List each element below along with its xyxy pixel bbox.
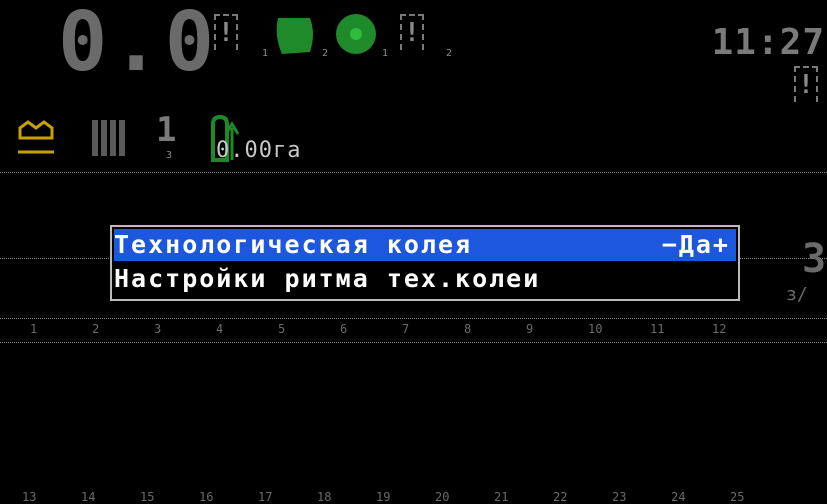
row-number: 25 <box>730 490 745 504</box>
settings-menu: Технологическая колея −Да+ Настройки рит… <box>110 225 740 301</box>
row-number: 18 <box>317 490 332 504</box>
row-number: 6 <box>340 322 348 336</box>
row-number: 12 <box>712 322 727 336</box>
row-number: 19 <box>376 490 391 504</box>
row-number: 1 <box>30 322 38 336</box>
menu-item-rhythm-settings[interactable]: Настройки ритма тех.колеи <box>114 263 736 295</box>
warning-sub-2: 2 <box>446 48 453 59</box>
row-number: 3 <box>154 322 162 336</box>
hopper-yellow-icon <box>18 120 54 154</box>
warning-sub-1: 1 <box>262 48 269 59</box>
clock: 11:27 <box>711 22 825 63</box>
green-sub-1: 2 <box>322 48 329 59</box>
row-number: 11 <box>650 322 665 336</box>
row-number: 9 <box>526 322 534 336</box>
row-number: 4 <box>216 322 224 336</box>
seed-green-icon <box>276 18 313 54</box>
warning-icon-2: ! <box>400 14 424 50</box>
divider <box>0 172 827 173</box>
row-number: 20 <box>435 490 450 504</box>
row-number: 24 <box>671 490 686 504</box>
menu-item-label: Технологическая колея <box>114 230 473 259</box>
menu-item-tramline[interactable]: Технологическая колея −Да+ <box>114 229 736 261</box>
row-number: 21 <box>494 490 509 504</box>
warning-icon-right: ! <box>794 66 818 102</box>
menu-item-label: Настройки ритма тех.колеи <box>114 264 541 293</box>
row-number: 14 <box>81 490 96 504</box>
menu-item-value[interactable]: −Да+ <box>662 229 730 261</box>
right-sub: з/ <box>786 284 808 305</box>
row-number: 23 <box>612 490 627 504</box>
tramline-count: 1 <box>156 110 177 150</box>
row-number: 17 <box>258 490 273 504</box>
row-number: 7 <box>402 322 410 336</box>
divider <box>0 342 827 343</box>
row-number: 13 <box>22 490 37 504</box>
row-number: 22 <box>553 490 568 504</box>
area-readout: 0.00га <box>216 138 302 163</box>
row-number: 15 <box>140 490 155 504</box>
tramline-sub: 3 <box>166 150 173 161</box>
row-number: 5 <box>278 322 286 336</box>
green-sub-2: 1 <box>382 48 389 59</box>
warning-icon: ! <box>214 14 238 50</box>
disk-green-icon <box>336 14 376 54</box>
row-number: 2 <box>92 322 100 336</box>
divider <box>0 318 827 319</box>
row-number: 16 <box>199 490 214 504</box>
row-number: 8 <box>464 322 472 336</box>
speed-readout: 0.0 <box>58 0 219 90</box>
right-value: 3 <box>802 236 827 282</box>
row-number: 10 <box>588 322 603 336</box>
grain-icon <box>92 120 125 156</box>
